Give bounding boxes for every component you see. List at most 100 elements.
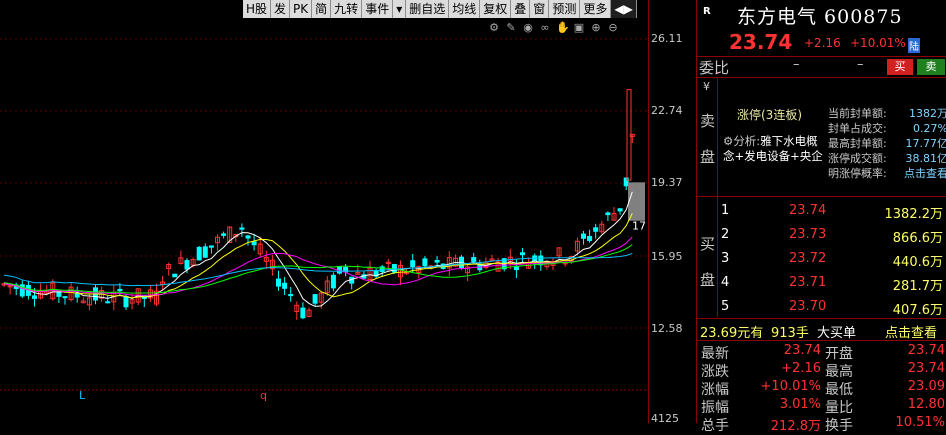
weibi-diff: – [857, 57, 864, 72]
weibi-value: – [793, 57, 800, 72]
candle-body [301, 308, 305, 318]
stat-key: 明涨停概率: [828, 166, 887, 181]
order-amount: 23.69元有 [700, 322, 763, 341]
probability-link[interactable]: 点击查看 [904, 166, 946, 181]
r-badge: R [703, 6, 711, 17]
price-tick: 22.74 [651, 104, 683, 117]
bid-volume: 407.6万 [893, 299, 943, 318]
candle-body [313, 295, 317, 304]
stat-row: 封单占成交:0.27% [828, 121, 946, 136]
settings-icon[interactable]: ⚙ [488, 22, 500, 34]
candle-body [411, 261, 415, 267]
hand-icon[interactable]: ✋ [556, 22, 568, 34]
stock-name[interactable]: 东方电气 600875 [737, 2, 903, 29]
event-marker: L [79, 389, 86, 402]
limit-stats: 当前封单额:1382万 封单占成交:0.27% 最高封单额:17.77亿 涨停成… [828, 106, 946, 181]
toolbar-button[interactable]: ▾ [393, 0, 406, 18]
ma60-line [4, 253, 632, 285]
candle-body [185, 261, 189, 269]
bid-row[interactable]: 4 23.71 281.7万 [697, 271, 946, 295]
camera-icon[interactable]: ▣ [573, 22, 585, 34]
bid-row[interactable]: 2 23.73 866.6万 [697, 223, 946, 247]
quote-key: 涨跌 [701, 361, 729, 381]
toolbar-button[interactable]: PK [290, 0, 312, 18]
sell-label-bottom: 盘 [700, 146, 715, 167]
toolbar-button[interactable]: 发 [271, 0, 290, 18]
stat-key: 涨停成交额: [828, 151, 887, 166]
candle-body [618, 209, 622, 211]
price-marker [628, 182, 645, 220]
buy-button[interactable]: 买 [887, 59, 913, 75]
order-type: 大买单 [817, 322, 856, 341]
quote-key: 量比 [825, 397, 853, 417]
bid-volume: 440.6万 [893, 251, 943, 270]
quote-value: 23.09 [908, 379, 945, 394]
chart-canvas: 17Lq [0, 0, 648, 423]
candle-body [423, 259, 427, 266]
quote-key: 换手 [825, 415, 853, 435]
event-marker: q [260, 389, 267, 402]
quote-row: 最新23.74 开盘23.74 [697, 343, 946, 361]
stat-row: 最高封单额:17.77亿 [828, 136, 946, 151]
toolbar-button[interactable]: 简 [312, 0, 331, 18]
candle-body [283, 283, 287, 288]
sell-label-top: 卖 [700, 110, 715, 131]
price-tick: 26.11 [651, 32, 683, 45]
toolbar-button[interactable]: 叠 [511, 0, 530, 18]
toolbar-button[interactable]: ◀▶ [611, 0, 636, 18]
stat-row: 明涨停概率: 点击查看 [828, 166, 946, 181]
toolbar-button[interactable]: 窗 [530, 0, 549, 18]
toolbar-button[interactable]: 删自选 [406, 0, 449, 18]
candlestick-chart[interactable]: 17Lq H股发PK简九转事件▾删自选均线复权叠窗预测更多◀▶ ⚙ ✎ ◉ ∞ … [0, 0, 648, 423]
bid-row[interactable]: 3 23.72 440.6万 [697, 247, 946, 271]
buy-side: 买 盘 1 23.74 1382.2万 2 23.73 866.6万 3 23.… [697, 197, 946, 317]
toolbar-button[interactable]: 更多 [580, 0, 611, 18]
ma20-line [4, 237, 632, 295]
quote-value: 212.8万 [771, 415, 821, 434]
stat-value: 38.81亿 [906, 151, 946, 166]
stat-row: 涨停成交额: 38.81亿 [828, 151, 946, 166]
quote-key: 总手 [701, 415, 729, 435]
zoom-in-icon[interactable]: ⊕ [590, 22, 602, 34]
candle-body [240, 228, 244, 229]
sell-button[interactable]: 卖 [917, 59, 945, 75]
volume-tick: 4125 [651, 412, 679, 425]
toolbar-button[interactable]: 复权 [480, 0, 511, 18]
bid-row[interactable]: 1 23.74 1382.2万 [697, 199, 946, 223]
quote-key: 最新 [701, 343, 729, 363]
quote-value: +2.16 [781, 361, 821, 376]
quote-row: 总手212.8万 换手10.51% [697, 415, 946, 433]
candle-body [222, 234, 226, 235]
toolbar-button[interactable]: 均线 [449, 0, 480, 18]
quote-value: 3.01% [780, 397, 821, 412]
sell-side: ¥ 卖 盘 涨停(3连板) ⚙分析:雅下水电概念+发电设备+央企 当前封单额:1… [697, 78, 946, 196]
quote-value: 12.80 [908, 397, 945, 412]
toolbar-button[interactable]: 九转 [331, 0, 362, 18]
zoom-out-icon[interactable]: ⊖ [607, 22, 619, 34]
link-icon[interactable]: ∞ [539, 22, 551, 34]
eye-icon[interactable]: ◉ [522, 22, 534, 34]
quote-key: 最高 [825, 361, 853, 381]
order-detail-link[interactable]: 点击查看 [885, 322, 937, 341]
divider [697, 340, 946, 341]
bid-volume: 1382.2万 [885, 203, 944, 222]
candle-body [392, 265, 396, 273]
big-order-row[interactable]: 23.69元有 913手 大买单 点击查看 [697, 320, 946, 340]
quote-key: 最低 [825, 379, 853, 399]
candle-body [197, 247, 201, 260]
candle-body [582, 234, 586, 238]
price-axis: 26.11 22.74 19.37 15.95 12.58 4125 [648, 0, 696, 423]
candle-body [606, 213, 610, 215]
limit-up-title: 涨停(3连板) [737, 106, 802, 123]
toolbar-button[interactable]: 事件 [362, 0, 393, 18]
yen-icon: ¥ [703, 80, 710, 93]
draw-icon[interactable]: ✎ [505, 22, 517, 34]
analysis-prefix: 分析: [733, 134, 760, 148]
toolbar-button[interactable]: 预测 [549, 0, 580, 18]
toolbar-button[interactable]: H股 [243, 0, 271, 18]
bid-volume: 866.6万 [893, 227, 943, 246]
analysis-text[interactable]: ⚙分析:雅下水电概念+发电设备+央企 [723, 134, 823, 164]
price-tick: 19.37 [651, 176, 683, 189]
bid-row[interactable]: 5 23.70 407.6万 [697, 295, 946, 319]
quote-row: 涨跌+2.16 最高23.74 [697, 361, 946, 379]
